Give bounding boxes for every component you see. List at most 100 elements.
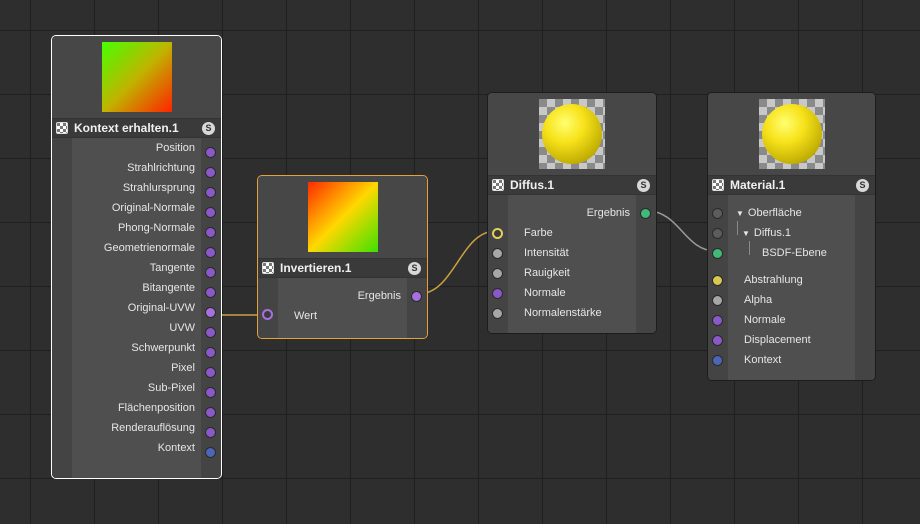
port-row: Position <box>72 138 201 158</box>
port-row: Flächenposition <box>72 398 201 418</box>
shader-node-icon <box>262 262 274 274</box>
port-row: Sub-Pixel <box>72 378 201 398</box>
solo-button[interactable]: S <box>202 121 215 135</box>
output-port-schwerpunkt[interactable] <box>205 347 216 358</box>
input-port-alpha[interactable] <box>712 295 723 306</box>
output-port-sub-pixel[interactable] <box>205 387 216 398</box>
node-kontext-erhalten[interactable]: Kontext erhalten.1 S Position Strahlrich… <box>51 35 222 479</box>
tree-connector <box>749 241 750 255</box>
tree-item-bsdf-ebene[interactable]: BSDF-Ebene <box>728 243 855 263</box>
port-row: Original-UVW <box>72 298 201 318</box>
node-preview <box>52 36 221 118</box>
output-port-uvw[interactable] <box>205 327 216 338</box>
input-port-kontext[interactable] <box>712 355 723 366</box>
output-port-original-uvw[interactable] <box>205 307 216 318</box>
input-port-normale[interactable] <box>492 288 503 299</box>
input-column <box>258 278 278 338</box>
node-header[interactable]: Diffus.1 S <box>488 175 656 195</box>
port-label-ergebnis: Ergebnis <box>357 290 401 302</box>
port-row: Geometrienormale <box>72 238 201 258</box>
port-label-bitangente: Bitangente <box>142 282 195 294</box>
input-port-abstrahlung[interactable] <box>712 275 723 286</box>
port-row: Strahlrichtung <box>72 158 201 178</box>
port-label-flaechenposition: Flächenposition <box>117 402 195 414</box>
port-list: ▼ Oberfläche ▼ Diffus.1 BSDF-Ebene Abstr… <box>728 195 855 380</box>
port-label-alpha: Alpha <box>744 294 773 306</box>
port-label-phong-normale: Phong-Normale <box>117 222 195 234</box>
tree-item-oberflaeche[interactable]: ▼ Oberfläche <box>728 203 855 223</box>
node-header[interactable]: Material.1 S <box>708 175 875 195</box>
output-port-geometrienormale[interactable] <box>205 247 216 258</box>
solo-button[interactable]: S <box>856 178 869 192</box>
tree-label-oberflaeche: Oberfläche <box>747 207 802 219</box>
port-row: Bitangente <box>72 278 201 298</box>
node-title: Kontext erhalten.1 <box>74 121 179 135</box>
port-row: Kontext <box>728 350 855 370</box>
output-port-renderaufloesung[interactable] <box>205 427 216 438</box>
port-label-schwerpunkt: Schwerpunkt <box>131 342 195 354</box>
output-port-original-normale[interactable] <box>205 207 216 218</box>
port-label-original-uvw: Original-UVW <box>127 302 195 314</box>
output-port-bitangente[interactable] <box>205 287 216 298</box>
expand-arrow-icon[interactable]: ▼ <box>736 209 744 218</box>
output-port-pixel[interactable] <box>205 367 216 378</box>
node-header[interactable]: Invertieren.1 S <box>258 258 427 278</box>
port-label-rauigkeit: Rauigkeit <box>524 267 570 279</box>
context-preview-swatch <box>101 42 172 112</box>
output-port-flaechenposition[interactable] <box>205 407 216 418</box>
output-port-strahlursprung[interactable] <box>205 187 216 198</box>
input-port-wert[interactable] <box>262 309 273 320</box>
port-row: Strahlursprung <box>72 178 201 198</box>
input-port-farbe[interactable] <box>492 228 503 239</box>
port-row: Ergebnis <box>278 286 407 306</box>
input-port-diffus[interactable] <box>712 228 723 239</box>
input-port-normale[interactable] <box>712 315 723 326</box>
input-port-oberflaeche[interactable] <box>712 208 723 219</box>
port-label-strahlrichtung: Strahlrichtung <box>127 162 195 174</box>
solo-button[interactable]: S <box>408 261 421 275</box>
port-row: UVW <box>72 318 201 338</box>
node-diffus[interactable]: Diffus.1 S Ergebnis Farbe Intensität Rau… <box>487 92 657 334</box>
port-label-sub-pixel: Sub-Pixel <box>147 382 195 394</box>
output-column <box>407 278 427 338</box>
input-column <box>52 138 72 478</box>
invert-preview-swatch <box>307 182 378 252</box>
input-port-intensitaet[interactable] <box>492 248 503 259</box>
port-label-tangente: Tangente <box>149 262 195 274</box>
solo-button[interactable]: S <box>637 178 650 192</box>
port-label-normale: Normale <box>524 287 566 299</box>
tree-label-diffus: Diffus.1 <box>753 227 792 239</box>
tree-item-diffus[interactable]: ▼ Diffus.1 <box>728 223 855 243</box>
expand-arrow-icon[interactable]: ▼ <box>742 229 750 238</box>
port-row: Farbe <box>508 223 636 243</box>
node-invertieren[interactable]: Invertieren.1 S Ergebnis Wert <box>257 175 428 339</box>
port-label-wert: Wert <box>294 310 318 322</box>
sphere-preview <box>539 99 605 169</box>
output-port-kontext[interactable] <box>205 447 216 458</box>
output-column <box>855 195 875 380</box>
input-port-normalenstaerke[interactable] <box>492 308 503 319</box>
output-port-ergebnis[interactable] <box>411 291 422 302</box>
output-port-position[interactable] <box>205 147 216 158</box>
material-node-icon <box>712 179 724 191</box>
port-row: Renderauflösung <box>72 418 201 438</box>
shader-node-icon <box>56 122 68 134</box>
output-port-ergebnis[interactable] <box>640 208 651 219</box>
shader-node-icon <box>492 179 504 191</box>
output-port-strahlrichtung[interactable] <box>205 167 216 178</box>
port-row: Pixel <box>72 358 201 378</box>
port-row: Intensität <box>508 243 636 263</box>
port-row: Normale <box>728 310 855 330</box>
node-material[interactable]: Material.1 S ▼ Oberfläche ▼ Diffus.1 BSD… <box>707 92 876 381</box>
input-port-displacement[interactable] <box>712 335 723 346</box>
port-label-pixel: Pixel <box>171 362 195 374</box>
port-label-strahlursprung: Strahlursprung <box>122 182 195 194</box>
wire-ergebnis-to-farbe <box>417 230 497 295</box>
output-port-phong-normale[interactable] <box>205 227 216 238</box>
output-port-tangente[interactable] <box>205 267 216 278</box>
port-label-abstrahlung: Abstrahlung <box>744 274 803 286</box>
input-port-bsdf-ebene[interactable] <box>712 248 723 259</box>
port-label-renderaufloesung: Renderauflösung <box>111 422 195 434</box>
node-header[interactable]: Kontext erhalten.1 S <box>52 118 221 138</box>
input-port-rauigkeit[interactable] <box>492 268 503 279</box>
